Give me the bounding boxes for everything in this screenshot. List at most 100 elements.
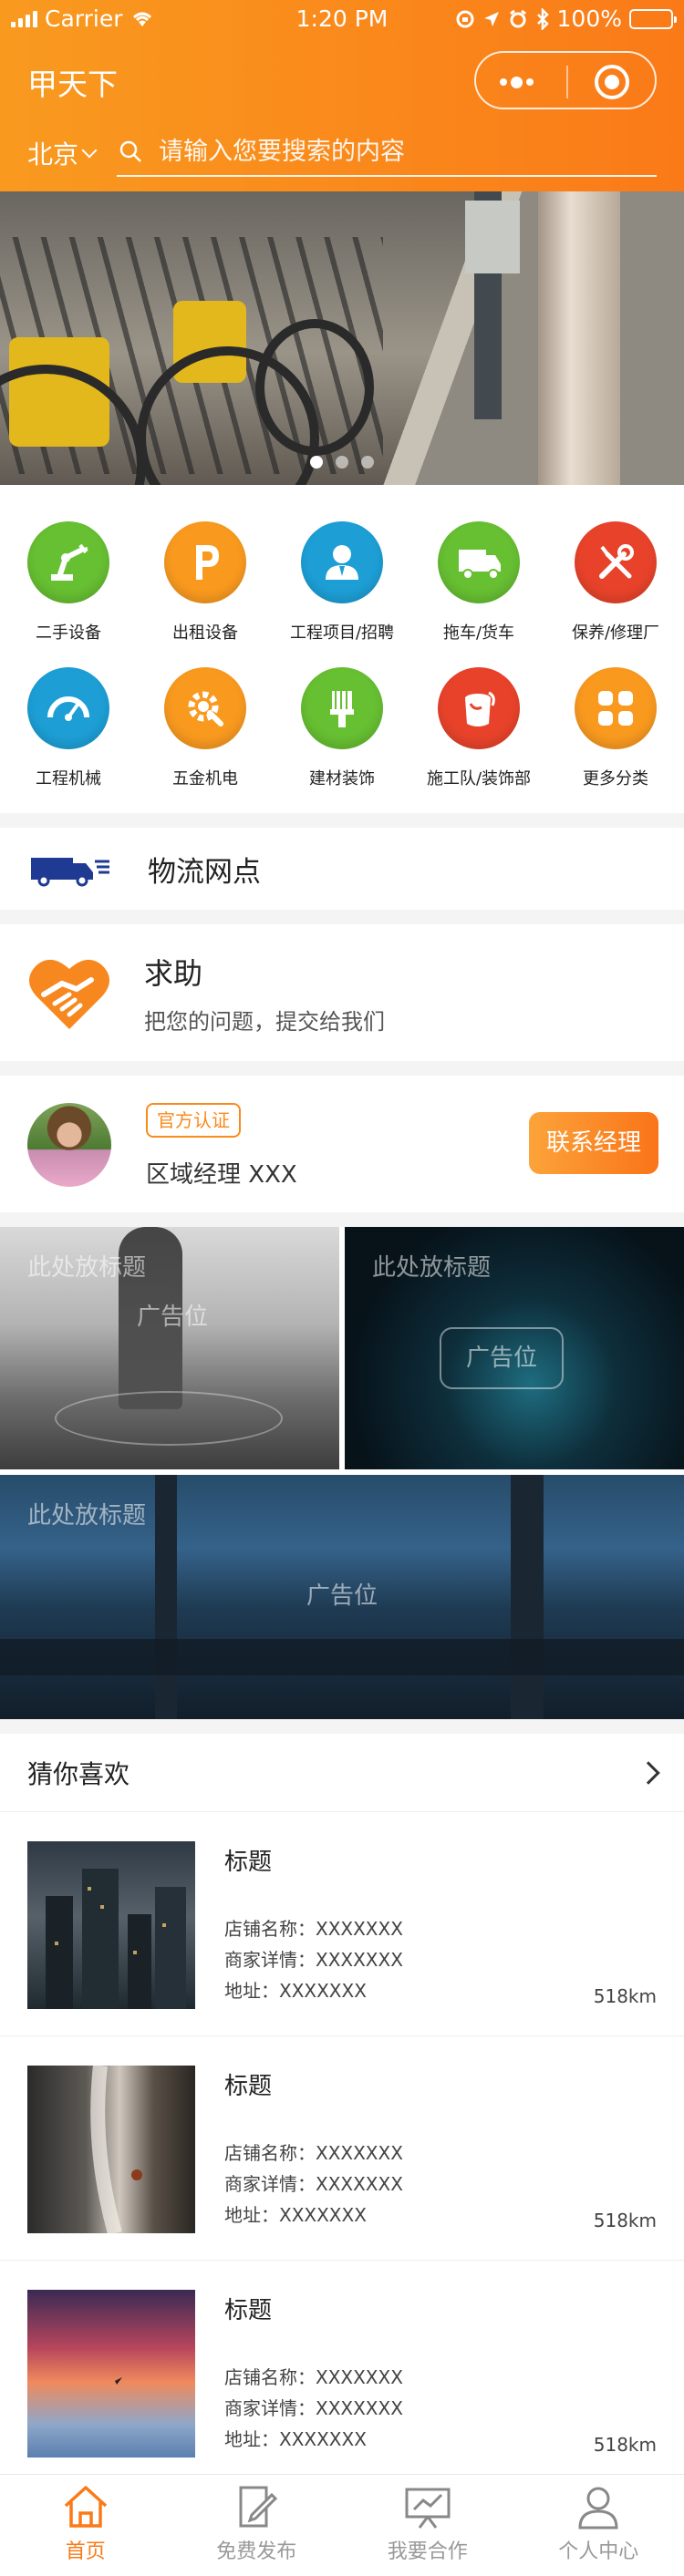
brush-icon <box>301 667 383 749</box>
official-badge: 官方认证 <box>146 1103 241 1138</box>
search-bar[interactable] <box>117 128 657 177</box>
item-detail: 商家详情：XXXXXXX <box>224 2397 403 2419</box>
category-label: 保养/修理厂 <box>571 623 660 643</box>
item-shop: 店铺名称：XXXXXXX <box>224 1918 403 1940</box>
list-item[interactable]: 标题 店铺名称：XXXXXXX 商家详情：XXXXXXX 地址：XXXXXXX … <box>0 1812 684 2036</box>
category-label: 五金机电 <box>172 769 238 788</box>
category-more[interactable]: 更多分类 <box>547 667 684 813</box>
item-address: 地址：XXXXXXX <box>224 2204 367 2226</box>
help-subtitle: 把您的问题，提交给我们 <box>144 1008 385 1035</box>
category-machinery[interactable]: 工程机械 <box>0 667 137 813</box>
category-rental-equipment[interactable]: 出租设备 <box>137 521 274 667</box>
gear-wrench-icon <box>164 667 246 749</box>
banner-wheel <box>255 319 374 456</box>
category-hardware[interactable]: 五金机电 <box>137 667 274 813</box>
avatar <box>27 1103 111 1187</box>
item-distance: 518km <box>593 2210 657 2231</box>
more-dots-icon[interactable] <box>500 73 542 91</box>
carousel-dot[interactable] <box>336 456 348 469</box>
truck-icon <box>438 521 520 603</box>
logistics-entry[interactable]: 物流网点 <box>0 828 684 910</box>
item-shop: 店铺名称：XXXXXXX <box>224 2142 403 2164</box>
user-icon <box>578 2487 618 2530</box>
category-row: 工程机械 五金机电 建材装饰 施工队/装饰部 更多分类 <box>0 667 684 813</box>
contact-manager-button[interactable]: 联系经理 <box>529 1112 658 1174</box>
mini-program-capsule <box>474 51 657 109</box>
help-text: 求助 把您的问题，提交给我们 <box>144 951 385 1036</box>
city-label: 北京 <box>27 139 79 170</box>
home-icon <box>64 2486 107 2528</box>
item-distance: 518km <box>593 2434 657 2456</box>
ad-slot-2[interactable]: 此处放标题 广告位 <box>345 1227 684 1469</box>
status-right: 100% <box>455 5 677 32</box>
category-construction-team[interactable]: 施工队/装饰部 <box>410 667 547 813</box>
app-header: Carrier 1:20 PM 100% 甲天下 北京 <box>0 0 684 191</box>
heart-handshake-icon <box>29 959 109 1029</box>
help-entry[interactable]: 求助 把您的问题，提交给我们 <box>0 924 684 1061</box>
bluetooth-icon <box>536 7 549 30</box>
ad-title: 此处放标题 <box>27 1254 147 1282</box>
tab-label: 我要合作 <box>387 2540 468 2563</box>
tab-home[interactable]: 首页 <box>0 2475 171 2576</box>
item-thumbnail <box>27 2065 195 2236</box>
ad-slot-1[interactable]: 此处放标题 广告位 <box>0 1227 339 1469</box>
guess-title: 猜你喜欢 <box>27 1758 130 1789</box>
robot-arm-icon <box>27 521 109 603</box>
category-trailer-truck[interactable]: 拖车/货车 <box>410 521 547 667</box>
ad-placeholder: 广告位 <box>440 1327 564 1389</box>
ad-title: 此处放标题 <box>372 1254 492 1282</box>
ad-image <box>0 1639 684 1675</box>
category-used-equipment[interactable]: 二手设备 <box>0 521 137 667</box>
banner-carousel[interactable] <box>0 191 684 485</box>
guess-header[interactable]: 猜你喜欢 <box>0 1734 684 1812</box>
carousel-indicators <box>0 456 684 469</box>
category-grid: 二手设备 出租设备 工程项目/招聘 拖车/货车 保养/修理厂 工程机械 五金机电… <box>0 485 684 813</box>
tab-bar: 首页 免费发布 我要合作 个人中心 <box>0 2474 684 2576</box>
category-repair-shop[interactable]: 保养/修理厂 <box>547 521 684 667</box>
category-building-materials[interactable]: 建材装饰 <box>274 667 410 813</box>
item-detail: 商家详情：XXXXXXX <box>224 1949 403 1971</box>
item-title: 标题 <box>224 2297 273 2324</box>
tab-profile[interactable]: 个人中心 <box>513 2475 684 2576</box>
close-target-icon[interactable] <box>595 65 629 99</box>
category-label: 工程项目/招聘 <box>289 623 395 643</box>
category-label: 出租设备 <box>172 623 238 643</box>
chevron-right-icon[interactable] <box>637 1760 660 1785</box>
capsule-divider <box>566 66 568 98</box>
banner-tree <box>538 191 620 485</box>
item-address: 地址：XXXXXXX <box>224 1980 367 2002</box>
tab-label: 个人中心 <box>558 2540 639 2563</box>
carousel-dot[interactable] <box>361 456 374 469</box>
list-item[interactable]: 标题 店铺名称：XXXXXXX 商家详情：XXXXXXX 地址：XXXXXXX … <box>0 2261 684 2485</box>
ad-section: 此处放标题 广告位 此处放标题 广告位 此处放标题 广告位 <box>0 1227 684 1719</box>
list-item[interactable]: 标题 店铺名称：XXXXXXX 商家详情：XXXXXXX 地址：XXXXXXX … <box>0 2036 684 2261</box>
ad-image <box>55 1391 283 1446</box>
category-projects-jobs[interactable]: 工程项目/招聘 <box>274 521 410 667</box>
delivery-truck-icon <box>31 858 109 887</box>
category-label: 拖车/货车 <box>442 623 515 643</box>
item-thumbnail <box>27 2290 195 2458</box>
battery-icon <box>629 8 677 29</box>
presentation-board-icon <box>405 2488 451 2529</box>
status-bar: Carrier 1:20 PM 100% <box>0 0 684 36</box>
category-label: 更多分类 <box>583 769 648 788</box>
city-selector[interactable]: 北京 <box>27 135 98 171</box>
tab-cooperate[interactable]: 我要合作 <box>342 2475 513 2576</box>
ad-image <box>155 1475 177 1719</box>
search-input[interactable] <box>159 137 615 166</box>
parking-p-icon <box>164 521 246 603</box>
banner-board <box>465 201 520 273</box>
gauge-icon <box>27 667 109 749</box>
logistics-label: 物流网点 <box>148 855 261 889</box>
tab-publish[interactable]: 免费发布 <box>171 2475 343 2576</box>
ad-slot-3[interactable]: 此处放标题 广告位 <box>0 1475 684 1719</box>
item-detail: 商家详情：XXXXXXX <box>224 2173 403 2195</box>
person-icon <box>301 521 383 603</box>
category-label: 工程机械 <box>36 769 101 788</box>
ad-placeholder: 广告位 <box>137 1303 209 1331</box>
app-title: 甲天下 <box>27 67 118 102</box>
category-row: 二手设备 出租设备 工程项目/招聘 拖车/货车 保养/修理厂 <box>0 521 684 667</box>
carousel-dot[interactable] <box>310 456 323 469</box>
chevron-down-icon <box>81 142 98 159</box>
item-thumbnail <box>27 1841 195 2009</box>
